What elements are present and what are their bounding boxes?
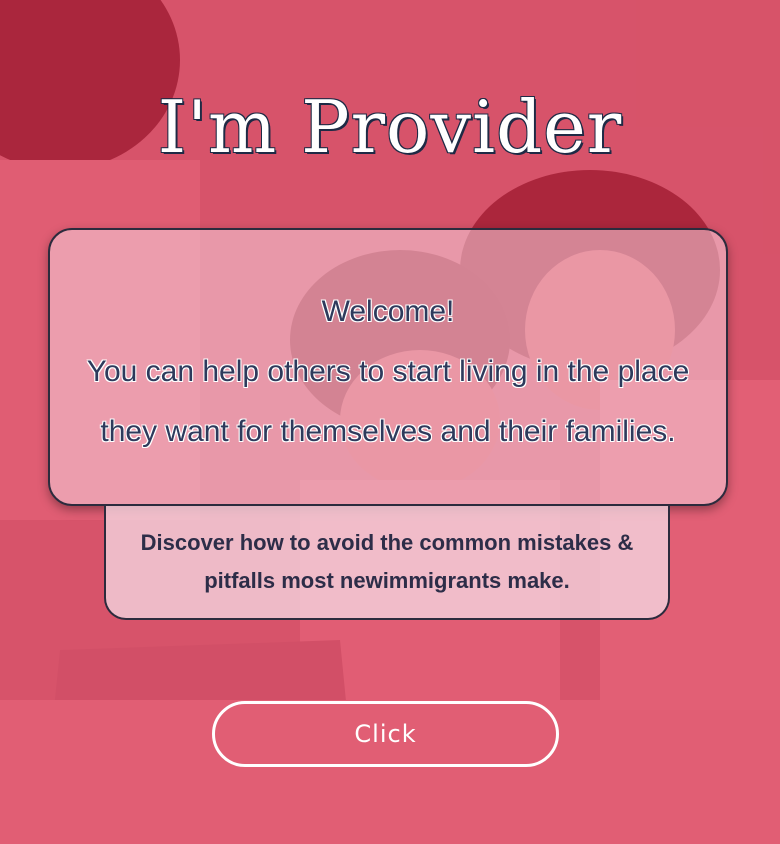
welcome-heading: Welcome! (321, 295, 455, 328)
hero-content: I'm Provider Welcome! You can help other… (0, 0, 780, 844)
hero-section: I'm Provider Welcome! You can help other… (0, 0, 780, 844)
click-button[interactable]: Click (212, 701, 559, 767)
discover-text: Discover how to avoid the common mistake… (140, 530, 634, 593)
welcome-line-2: they want for themselves and their famil… (100, 415, 676, 448)
discover-card: Discover how to avoid the common mistake… (104, 506, 670, 620)
welcome-line-1: You can help others to start living in t… (86, 355, 690, 388)
welcome-card: Welcome! You can help others to start li… (48, 228, 728, 506)
page-title: I'm Provider (157, 85, 623, 169)
